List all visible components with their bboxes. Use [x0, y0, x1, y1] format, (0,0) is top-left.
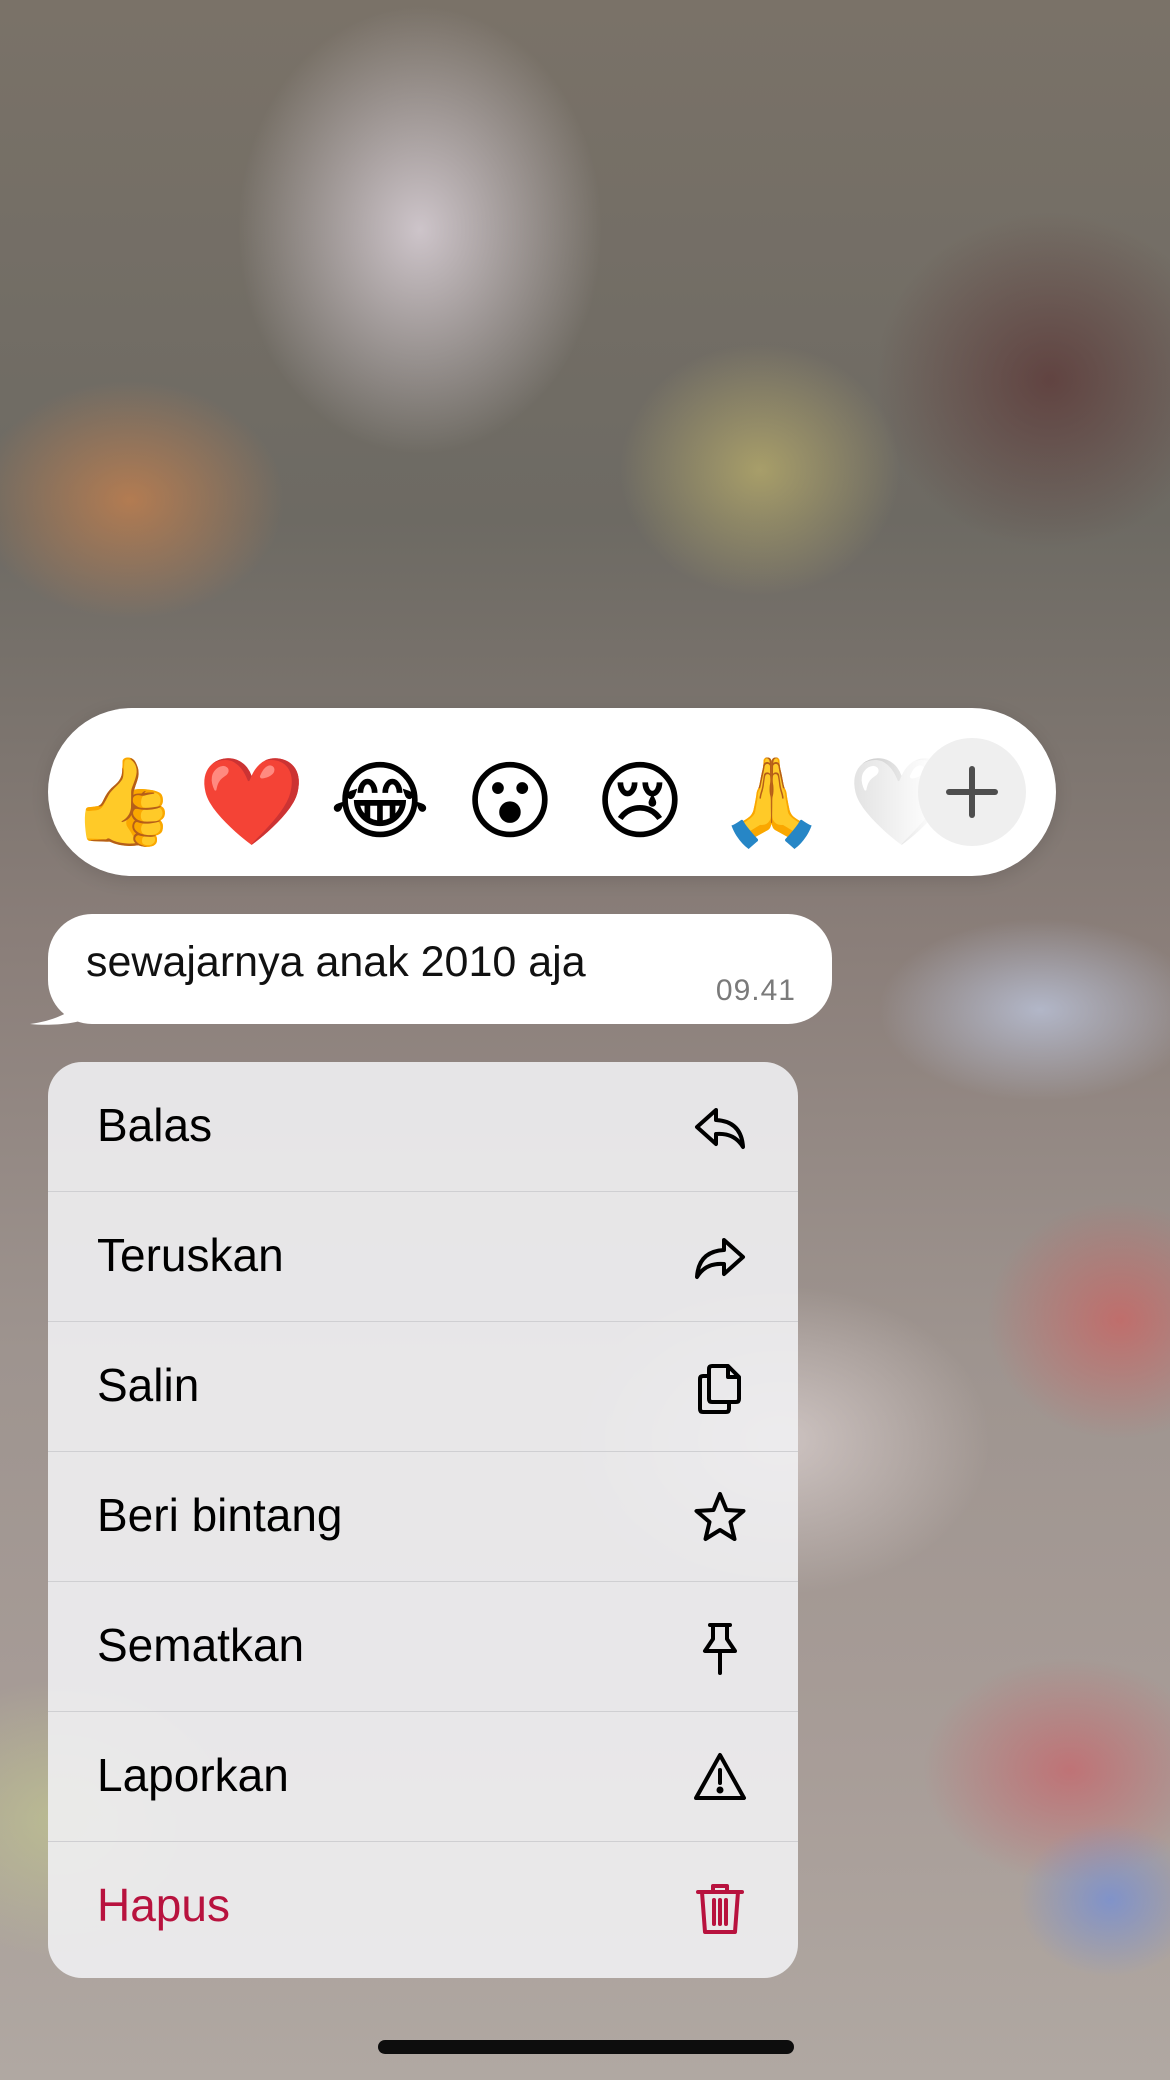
menu-item-report[interactable]: Laporkan	[48, 1712, 798, 1842]
reaction-tears-of-joy[interactable]: 😂	[328, 750, 432, 854]
menu-item-reply[interactable]: Balas	[48, 1062, 798, 1192]
reply-icon	[692, 1100, 748, 1156]
more-reactions-button[interactable]	[918, 738, 1026, 846]
menu-item-copy[interactable]: Salin	[48, 1322, 798, 1452]
menu-item-label: Sematkan	[97, 1619, 305, 1671]
trash-icon	[692, 1880, 748, 1936]
menu-item-pin[interactable]: Sematkan	[48, 1582, 798, 1712]
warning-icon	[692, 1750, 748, 1806]
menu-item-delete[interactable]: Hapus	[48, 1842, 798, 1978]
forward-icon	[692, 1230, 748, 1286]
reaction-crying-face[interactable]: 😢	[588, 750, 692, 854]
home-indicator[interactable]	[378, 2040, 794, 2054]
message-bubble[interactable]: sewajarnya anak 2010 aja 09.41	[48, 914, 832, 1024]
menu-item-label: Teruskan	[97, 1229, 284, 1281]
pin-icon	[692, 1620, 748, 1676]
menu-item-forward[interactable]: Teruskan	[48, 1192, 798, 1322]
star-icon	[692, 1490, 748, 1546]
menu-item-label: Hapus	[97, 1879, 230, 1931]
copy-icon	[692, 1360, 748, 1416]
reaction-red-heart[interactable]: ❤️	[198, 750, 305, 854]
menu-item-label: Balas	[97, 1099, 213, 1151]
message-text: sewajarnya anak 2010 aja	[86, 938, 586, 986]
menu-item-star[interactable]: Beri bintang	[48, 1452, 798, 1582]
menu-item-label: Beri bintang	[97, 1489, 343, 1541]
menu-item-label: Salin	[97, 1359, 200, 1411]
reaction-folded-hands[interactable]: 🙏	[718, 750, 825, 854]
menu-item-label: Laporkan	[97, 1749, 289, 1801]
message-timestamp: 09.41	[715, 974, 796, 1007]
message-context-menu: Balas Teruskan Salin Beri bintang Sematk…	[48, 1062, 798, 1978]
reaction-bar: 👍 ❤️ 😂 😮 😢 🙏 🤍	[48, 708, 1056, 876]
reaction-thumbs-up[interactable]: 👍	[70, 750, 177, 854]
reaction-open-mouth[interactable]: 😮	[458, 750, 562, 854]
